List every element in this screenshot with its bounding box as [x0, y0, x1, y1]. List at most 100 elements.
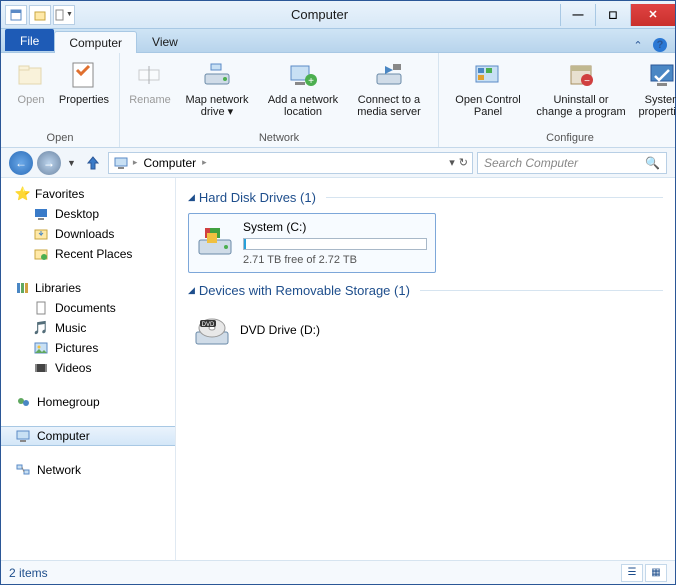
sidebar-favorites[interactable]: ⭐Favorites [1, 184, 175, 204]
help-icon[interactable]: ? [653, 38, 667, 52]
maximize-button[interactable]: ◻ [595, 4, 630, 26]
minimize-button[interactable]: — [560, 4, 595, 26]
homegroup-icon [15, 394, 31, 410]
recent-icon [33, 246, 49, 262]
sidebar-computer[interactable]: Computer [1, 426, 175, 446]
control-panel-icon [472, 59, 504, 91]
navigation-bar: ← → ▼ ▸ Computer ▸ ▾ ↻ Search Computer 🔍 [1, 148, 675, 178]
details-view-button[interactable]: ☰ [621, 564, 643, 582]
map-network-drive-button[interactable]: Map network drive ▾ [174, 57, 260, 130]
music-icon: 🎵 [33, 320, 49, 336]
window-controls: — ◻ ✕ [560, 4, 675, 26]
up-button[interactable] [82, 152, 104, 174]
item-count: 2 items [9, 566, 48, 580]
group-network-label: Network [120, 130, 438, 147]
collapse-icon: ◢ [188, 285, 195, 296]
network-drive-icon [201, 59, 233, 91]
drive-system-c[interactable]: System (C:) 2.71 TB free of 2.72 TB [188, 213, 436, 273]
tab-view[interactable]: View [137, 30, 193, 52]
sidebar-downloads[interactable]: Downloads [1, 224, 175, 244]
search-placeholder: Search Computer [484, 156, 578, 170]
properties-icon [68, 59, 100, 91]
sidebar-desktop[interactable]: Desktop [1, 204, 175, 224]
network-icon [15, 462, 31, 478]
open-icon [15, 59, 47, 91]
rename-button[interactable]: Rename [126, 57, 174, 130]
address-bar[interactable]: ▸ Computer ▸ ▾ ↻ [108, 152, 473, 174]
search-input[interactable]: Search Computer 🔍 [477, 152, 667, 174]
qat-new-folder-icon[interactable] [29, 5, 51, 25]
system-icon [647, 59, 676, 91]
qat-properties-icon[interactable] [5, 5, 27, 25]
computer-icon [15, 428, 31, 444]
uninstall-program-button[interactable]: − Uninstall or change a program [531, 57, 631, 130]
forward-button[interactable]: → [37, 151, 61, 175]
svg-text:DVD: DVD [202, 322, 215, 328]
search-icon: 🔍 [645, 156, 660, 170]
removable-section-header[interactable]: ◢ Devices with Removable Storage (1) [188, 283, 663, 298]
drive-dvd-d[interactable]: DVD DVD Drive (D:) [188, 306, 663, 354]
sidebar-homegroup[interactable]: Homegroup [1, 392, 175, 412]
network-location-icon: + [287, 59, 319, 91]
open-button[interactable]: Open [7, 57, 55, 130]
window-title: Computer [79, 7, 560, 22]
svg-text:+: + [308, 76, 314, 87]
collapse-icon: ◢ [188, 192, 195, 203]
explorer-body: ⭐Favorites Desktop Downloads Recent Plac… [1, 178, 675, 560]
connect-media-server-button[interactable]: Connect to a media server [346, 57, 432, 130]
icons-view-button[interactable]: ▦ [645, 564, 667, 582]
sidebar-recent-places[interactable]: Recent Places [1, 244, 175, 264]
quick-access-toolbar: ▼ [1, 5, 79, 25]
desktop-icon [33, 206, 49, 222]
group-open-label: Open [1, 130, 119, 147]
ribbon-tabs: File Computer View ⌃ ? [1, 29, 675, 53]
titlebar: ▼ Computer — ◻ ✕ [1, 1, 675, 29]
drive-space-bar [243, 238, 427, 250]
sidebar-network[interactable]: Network [1, 460, 175, 480]
sidebar-videos[interactable]: Videos [1, 358, 175, 378]
close-button[interactable]: ✕ [630, 4, 675, 26]
drive-name: System (C:) [243, 220, 427, 234]
status-bar: 2 items ☰ ▦ [1, 560, 675, 584]
explorer-window: ▼ Computer — ◻ ✕ File Computer View ⌃ ? … [0, 0, 676, 585]
refresh-icon[interactable]: ↻ [459, 156, 468, 169]
hdd-section-header[interactable]: ◢ Hard Disk Drives (1) [188, 190, 663, 205]
system-properties-button[interactable]: System properties [631, 57, 676, 130]
history-dropdown-icon[interactable]: ▼ [65, 158, 78, 168]
computer-icon [113, 155, 129, 171]
add-network-location-button[interactable]: + Add a network location [260, 57, 346, 130]
sidebar-documents[interactable]: Documents [1, 298, 175, 318]
star-icon: ⭐ [15, 186, 31, 202]
downloads-icon [33, 226, 49, 242]
videos-icon [33, 360, 49, 376]
sidebar-pictures[interactable]: Pictures [1, 338, 175, 358]
tab-computer[interactable]: Computer [54, 31, 137, 53]
dvd-drive-icon: DVD [192, 310, 232, 350]
navigation-pane: ⭐Favorites Desktop Downloads Recent Plac… [1, 178, 176, 560]
back-button[interactable]: ← [9, 151, 33, 175]
libraries-icon [15, 280, 31, 296]
rename-icon [134, 59, 166, 91]
breadcrumb-sep-icon[interactable]: ▸ [202, 157, 207, 168]
drive-free-text: 2.71 TB free of 2.72 TB [243, 254, 427, 266]
tab-file[interactable]: File [5, 29, 54, 51]
properties-button[interactable]: Properties [55, 57, 113, 130]
open-control-panel-button[interactable]: Open Control Panel [445, 57, 531, 130]
group-configure-label: Configure [439, 130, 676, 147]
breadcrumb-sep-icon[interactable]: ▸ [133, 157, 138, 168]
dvd-name: DVD Drive (D:) [240, 323, 320, 337]
sidebar-libraries[interactable]: Libraries [1, 278, 175, 298]
ribbon: Open Properties Open Rename Map network … [1, 53, 675, 148]
sidebar-music[interactable]: 🎵Music [1, 318, 175, 338]
content-pane: ◢ Hard Disk Drives (1) System (C:) 2.71 … [176, 178, 675, 560]
documents-icon [33, 300, 49, 316]
address-dropdown-icon[interactable]: ▾ [449, 156, 455, 169]
pictures-icon [33, 340, 49, 356]
svg-text:−: − [584, 76, 590, 87]
minimize-ribbon-icon[interactable]: ⌃ [631, 38, 645, 52]
media-server-icon [373, 59, 405, 91]
breadcrumb-root[interactable]: Computer [141, 156, 198, 170]
qat-customize-icon[interactable]: ▼ [53, 5, 75, 25]
uninstall-icon: − [565, 59, 597, 91]
hard-drive-icon [195, 220, 235, 260]
